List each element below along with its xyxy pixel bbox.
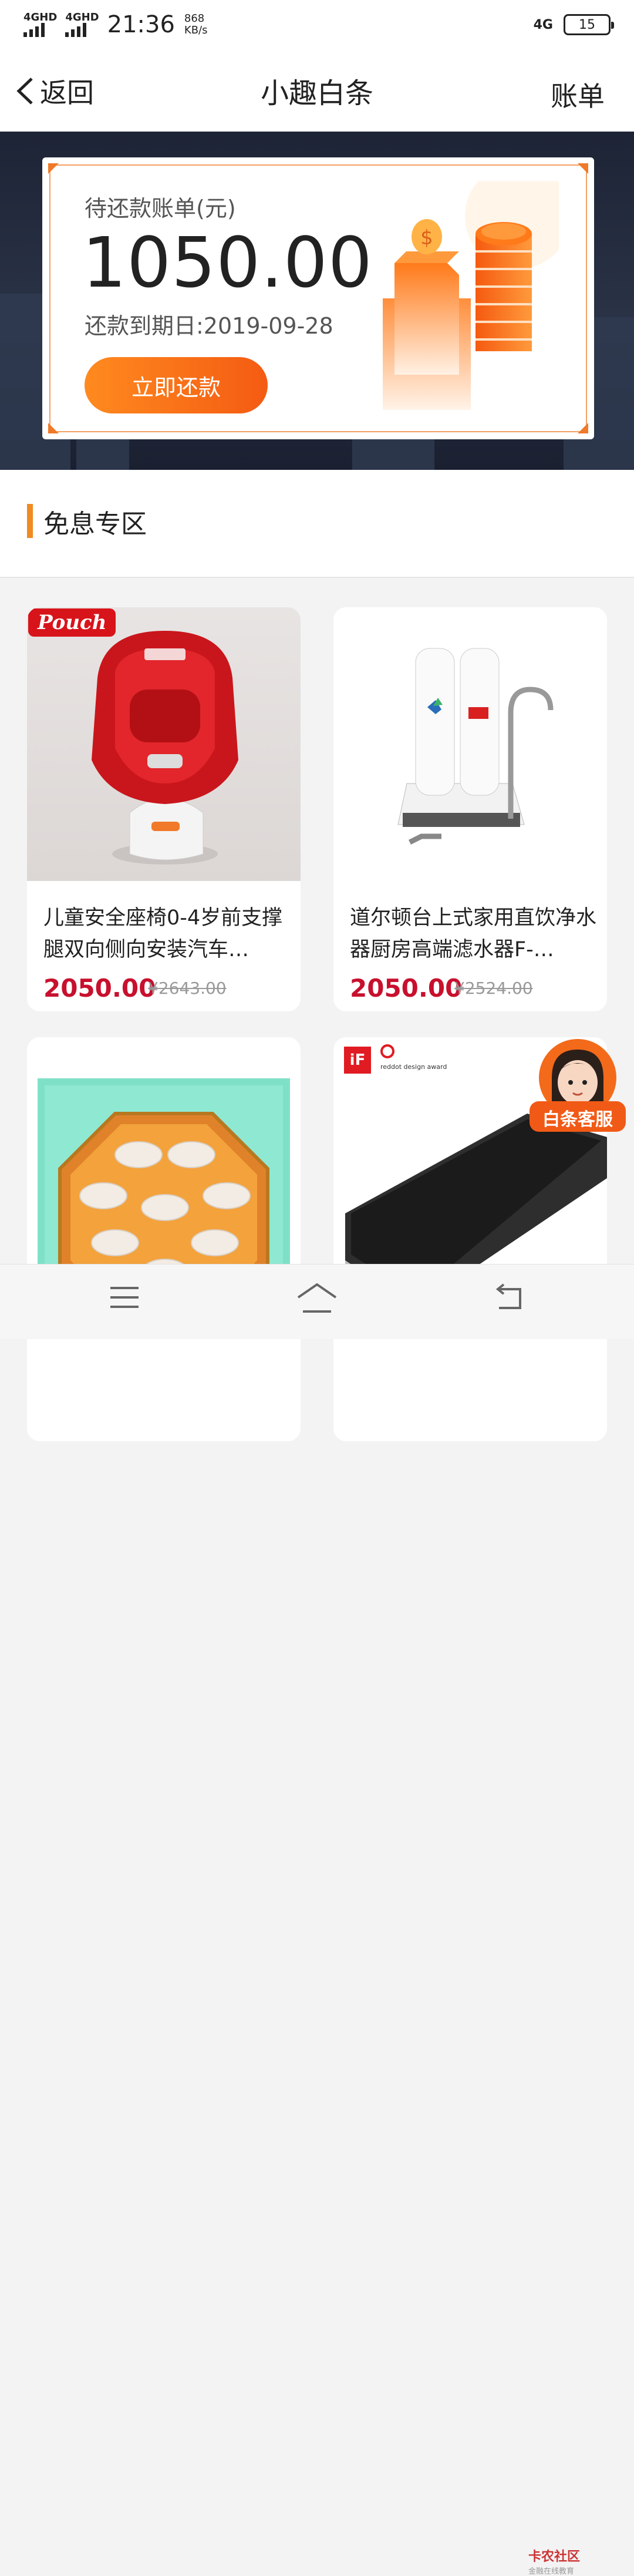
menu-icon[interactable] <box>109 1282 140 1313</box>
coin-stack-illustration: $ <box>383 181 559 410</box>
chevron-left-icon <box>16 78 33 105</box>
net-speed-unit: KB/s <box>184 24 208 36</box>
signal-label-2: 4GHD <box>65 11 99 23</box>
service-label: 白条客服 <box>542 1109 613 1130</box>
system-nav-bar: 卡农社区 金融在线教育 <box>0 1264 634 2576</box>
corner-decoration <box>578 423 588 433</box>
bill-link[interactable]: 账单 <box>551 75 605 114</box>
product-price: 2050.00 <box>350 974 463 1003</box>
customer-service-button[interactable]: 白条客服 <box>528 1037 627 1136</box>
page-title: 小趣白条 <box>260 77 373 110</box>
product-title: 道尔顿台上式家用直饮净水器厨房高端滤水器F-… <box>350 906 596 961</box>
battery-icon: 15 <box>564 14 614 35</box>
product-title: 儿童安全座椅0-4岁前支撑腿双向侧向安装汽车… <box>43 906 283 961</box>
product-original-price: ¥2524.00 <box>454 978 533 998</box>
net-speed: 868 KB/s <box>184 13 208 36</box>
status-bar: 4GHD 4GHD 21:36 868 KB/s 4G 15 <box>0 0 634 49</box>
section-title: 免息专区 <box>43 509 147 539</box>
signal-indicator-2: 4GHD <box>65 12 99 37</box>
due-date: 还款到期日:2019-09-28 <box>85 313 333 339</box>
watermark-logo: 卡农社区 金融在线教育 <box>528 2546 580 2576</box>
home-icon[interactable] <box>296 1282 338 1315</box>
product-price: 2050.00 <box>43 974 156 1003</box>
network-type: 4G <box>533 17 553 32</box>
bill-card: 待还款账单(元) 1050.00 还款到期日:2019-09-28 立即还款 $ <box>42 157 594 439</box>
battery-level: 15 <box>579 17 595 32</box>
signal-bars-icon <box>23 23 57 37</box>
product-title <box>350 1332 596 1395</box>
clock: 21:36 <box>107 11 175 38</box>
bill-amount: 1050.00 <box>82 222 373 303</box>
signal-label-1: 4GHD <box>23 11 58 23</box>
section-accent-bar <box>27 504 33 538</box>
dollar-coin-icon: $ <box>420 226 433 250</box>
signal-bars-icon <box>65 23 99 37</box>
back-nav-icon[interactable] <box>493 1282 526 1313</box>
corner-decoration <box>48 423 59 433</box>
back-label: 返回 <box>40 77 94 109</box>
back-button[interactable]: 返回 <box>15 72 94 110</box>
status-right: 4G 15 <box>533 14 614 35</box>
interest-free-section-header: 免息专区 <box>0 470 634 578</box>
product-image <box>333 607 607 881</box>
signal-indicator-1: 4GHD <box>23 12 57 37</box>
bill-banner: 待还款账单(元) 1050.00 还款到期日:2019-09-28 立即还款 $ <box>0 132 634 470</box>
product-card[interactable] <box>27 1037 301 1441</box>
corner-decoration <box>48 163 59 174</box>
product-title <box>43 1332 290 1395</box>
bill-label: 待还款账单(元) <box>85 196 236 221</box>
watermark-text: 卡农社区 <box>528 2550 581 2564</box>
product-card[interactable]: Pouch 儿童安全座椅0-4岁前支撑腿双向侧向安装汽车… 2050.00 ¥2… <box>27 607 301 1011</box>
car-seat-illustration <box>92 631 238 865</box>
pay-now-button[interactable]: 立即还款 <box>85 357 268 413</box>
top-nav-bar: 返回 小趣白条 账单 <box>0 49 634 132</box>
net-speed-value: 868 <box>184 12 205 25</box>
product-original-price: ¥2643.00 <box>148 978 227 998</box>
watermark-subtext: 金融在线教育 <box>528 2567 575 2576</box>
product-card[interactable]: 道尔顿台上式家用直饮净水器厨房高端滤水器F-… 2050.00 ¥2524.00 <box>333 607 607 1011</box>
water-filter-illustration <box>397 648 554 845</box>
product-image: Pouch <box>27 607 301 881</box>
corner-decoration <box>578 163 588 174</box>
